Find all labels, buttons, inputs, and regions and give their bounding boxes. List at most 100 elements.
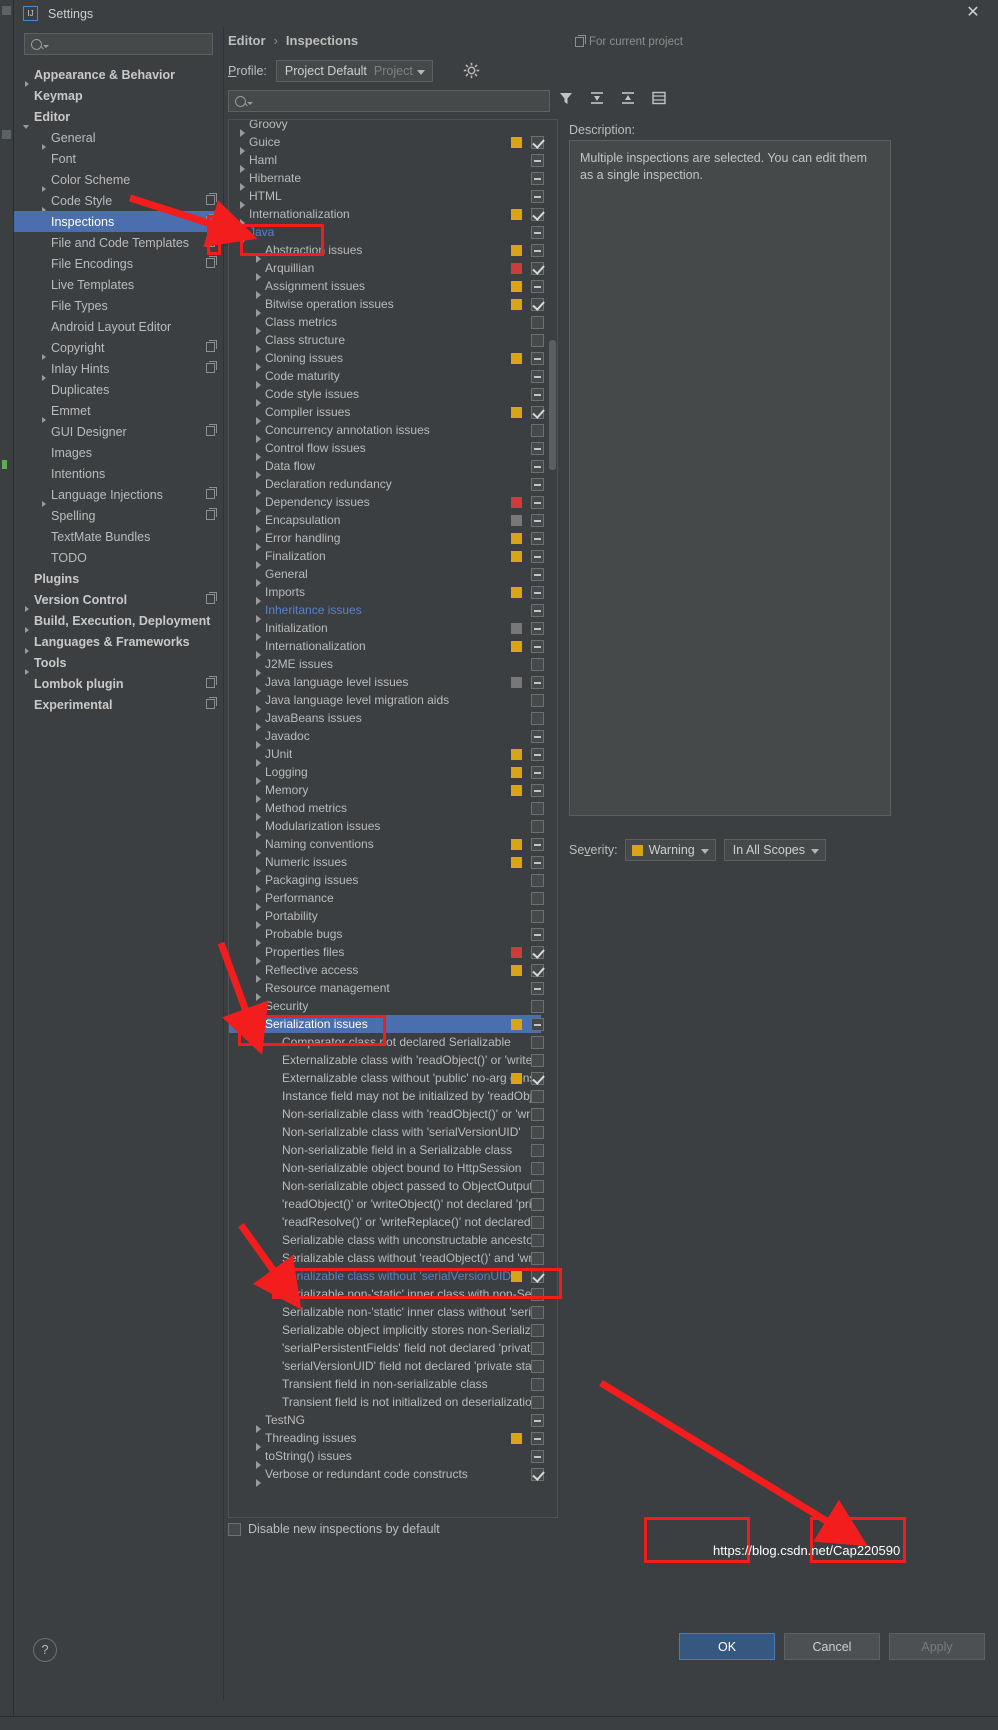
inspection-checkbox[interactable] — [531, 748, 544, 761]
inspection-checkbox[interactable] — [531, 370, 544, 383]
inspection-checkbox[interactable] — [531, 262, 544, 275]
sidebar-item-font[interactable]: Font — [14, 148, 223, 169]
inspection-checkbox[interactable] — [531, 460, 544, 473]
inspection-checkbox[interactable] — [531, 784, 544, 797]
collapse-all-icon[interactable] — [620, 90, 636, 106]
inspection-checkbox[interactable] — [531, 406, 544, 419]
inspection-node[interactable]: Haml — [229, 151, 544, 173]
inspection-checkbox[interactable] — [531, 838, 544, 851]
inspection-checkbox[interactable] — [531, 1414, 544, 1427]
sidebar-item-android-layout-editor[interactable]: Android Layout Editor — [14, 316, 223, 337]
inspection-checkbox[interactable] — [531, 1108, 544, 1121]
expand-all-icon[interactable] — [589, 90, 605, 106]
inspection-checkbox[interactable] — [531, 424, 544, 437]
sidebar-item-inlay-hints[interactable]: Inlay Hints — [14, 358, 223, 381]
sidebar-item-images[interactable]: Images — [14, 442, 223, 463]
inspection-node[interactable]: Encapsulation — [229, 511, 544, 533]
inspection-node[interactable]: Serializable non-'static' inner class wi… — [229, 1285, 544, 1303]
inspection-checkbox[interactable] — [531, 1396, 544, 1409]
inspection-node[interactable]: Class structure — [229, 331, 544, 353]
gear-icon[interactable] — [463, 62, 480, 79]
inspection-node[interactable]: Logging — [229, 763, 544, 785]
inspection-checkbox[interactable] — [531, 802, 544, 815]
inspection-checkbox[interactable] — [531, 928, 544, 941]
inspection-node[interactable]: Serializable class with unconstructable … — [229, 1231, 544, 1249]
inspection-checkbox[interactable] — [531, 334, 544, 347]
inspection-node[interactable]: Java language level issues — [229, 673, 544, 695]
sidebar-item-live-templates[interactable]: Live Templates — [14, 274, 223, 295]
close-icon[interactable]: ✕ — [962, 4, 984, 24]
inspection-checkbox[interactable] — [531, 730, 544, 743]
inspection-node[interactable]: Declaration redundancy — [229, 475, 544, 497]
inspection-node[interactable]: Verbose or redundant code constructs — [229, 1465, 544, 1487]
inspection-checkbox[interactable] — [531, 154, 544, 167]
sidebar-item-copyright[interactable]: Copyright — [14, 337, 223, 360]
inspection-node[interactable]: Assignment issues — [229, 277, 544, 299]
inspection-checkbox[interactable] — [531, 1090, 544, 1103]
inspection-node[interactable]: Groovy — [229, 120, 541, 137]
inspection-node[interactable]: Arquillian — [229, 259, 544, 281]
inspection-node[interactable]: HTML — [229, 187, 544, 209]
inspection-checkbox[interactable] — [531, 568, 544, 581]
sidebar-item-file-encodings[interactable]: File Encodings — [14, 253, 223, 274]
sidebar-item-todo[interactable]: TODO — [14, 547, 223, 568]
severity-select[interactable]: Warning — [624, 839, 716, 861]
disable-new-inspections-row[interactable]: Disable new inspections by default — [228, 1522, 440, 1536]
inspection-node[interactable]: Java — [229, 223, 544, 244]
inspection-node[interactable]: Cloning issues — [229, 349, 544, 371]
inspection-checkbox[interactable] — [531, 244, 544, 257]
inspection-checkbox[interactable] — [531, 208, 544, 221]
inspection-node[interactable]: Code style issues — [229, 385, 544, 407]
inspection-checkbox[interactable] — [531, 280, 544, 293]
inspection-checkbox[interactable] — [531, 532, 544, 545]
inspection-node[interactable]: Serializable class without 'serialVersio… — [229, 1267, 544, 1285]
inspection-node[interactable]: Internationalization — [229, 205, 544, 227]
group-by-icon[interactable] — [651, 90, 667, 106]
apply-button[interactable]: Apply — [889, 1633, 985, 1660]
sidebar-search-input[interactable] — [24, 33, 213, 55]
inspection-node[interactable]: Compiler issues — [229, 403, 544, 425]
inspection-node[interactable]: Portability — [229, 907, 544, 929]
inspection-tree-scrollbar[interactable] — [549, 340, 556, 470]
inspection-checkbox[interactable] — [531, 478, 544, 491]
inspection-checkbox[interactable] — [531, 964, 544, 977]
inspection-checkbox[interactable] — [531, 1072, 544, 1085]
inspection-checkbox[interactable] — [531, 694, 544, 707]
inspection-checkbox[interactable] — [531, 226, 544, 239]
inspection-checkbox[interactable] — [531, 136, 544, 149]
inspection-node[interactable]: Serialization issues — [229, 1015, 544, 1036]
inspection-checkbox[interactable] — [531, 892, 544, 905]
sidebar-item-build-execution-deployment[interactable]: Build, Execution, Deployment — [14, 610, 223, 633]
inspection-checkbox[interactable] — [531, 1036, 544, 1049]
sidebar-item-emmet[interactable]: Emmet — [14, 400, 223, 423]
inspection-node[interactable]: Instance field may not be initialized by… — [229, 1087, 544, 1105]
inspection-checkbox[interactable] — [531, 1162, 544, 1175]
inspection-node[interactable]: toString() issues — [229, 1447, 544, 1469]
inspection-checkbox[interactable] — [531, 1360, 544, 1373]
filter-icon[interactable] — [558, 90, 574, 106]
inspection-node[interactable]: Method metrics — [229, 799, 544, 821]
inspection-node[interactable]: Internationalization — [229, 637, 544, 659]
inspection-node[interactable]: 'readObject()' or 'writeObject()' not de… — [229, 1195, 544, 1213]
inspection-checkbox[interactable] — [531, 910, 544, 923]
inspection-node[interactable]: Comparator class not declared Serializab… — [229, 1033, 544, 1051]
inspection-checkbox[interactable] — [531, 1450, 544, 1463]
inspection-node[interactable]: JUnit — [229, 745, 544, 767]
inspection-node[interactable]: Javadoc — [229, 727, 544, 749]
help-button[interactable]: ? — [33, 1638, 57, 1662]
sidebar-item-version-control[interactable]: Version Control — [14, 589, 223, 612]
sidebar-item-tools[interactable]: Tools — [14, 652, 223, 675]
inspection-checkbox[interactable] — [531, 1252, 544, 1265]
inspection-node[interactable]: Concurrency annotation issues — [229, 421, 544, 443]
ok-button[interactable]: OK — [679, 1633, 775, 1660]
inspection-node[interactable]: Packaging issues — [229, 871, 544, 893]
inspection-checkbox[interactable] — [531, 1216, 544, 1229]
inspection-node[interactable]: Naming conventions — [229, 835, 544, 857]
sidebar-item-file-types[interactable]: File Types — [14, 295, 223, 316]
inspection-checkbox[interactable] — [531, 298, 544, 311]
sidebar-item-plugins[interactable]: Plugins — [14, 568, 223, 589]
inspection-checkbox[interactable] — [531, 1234, 544, 1247]
inspection-checkbox[interactable] — [531, 496, 544, 509]
inspection-checkbox[interactable] — [531, 1342, 544, 1355]
inspection-checkbox[interactable] — [531, 388, 544, 401]
